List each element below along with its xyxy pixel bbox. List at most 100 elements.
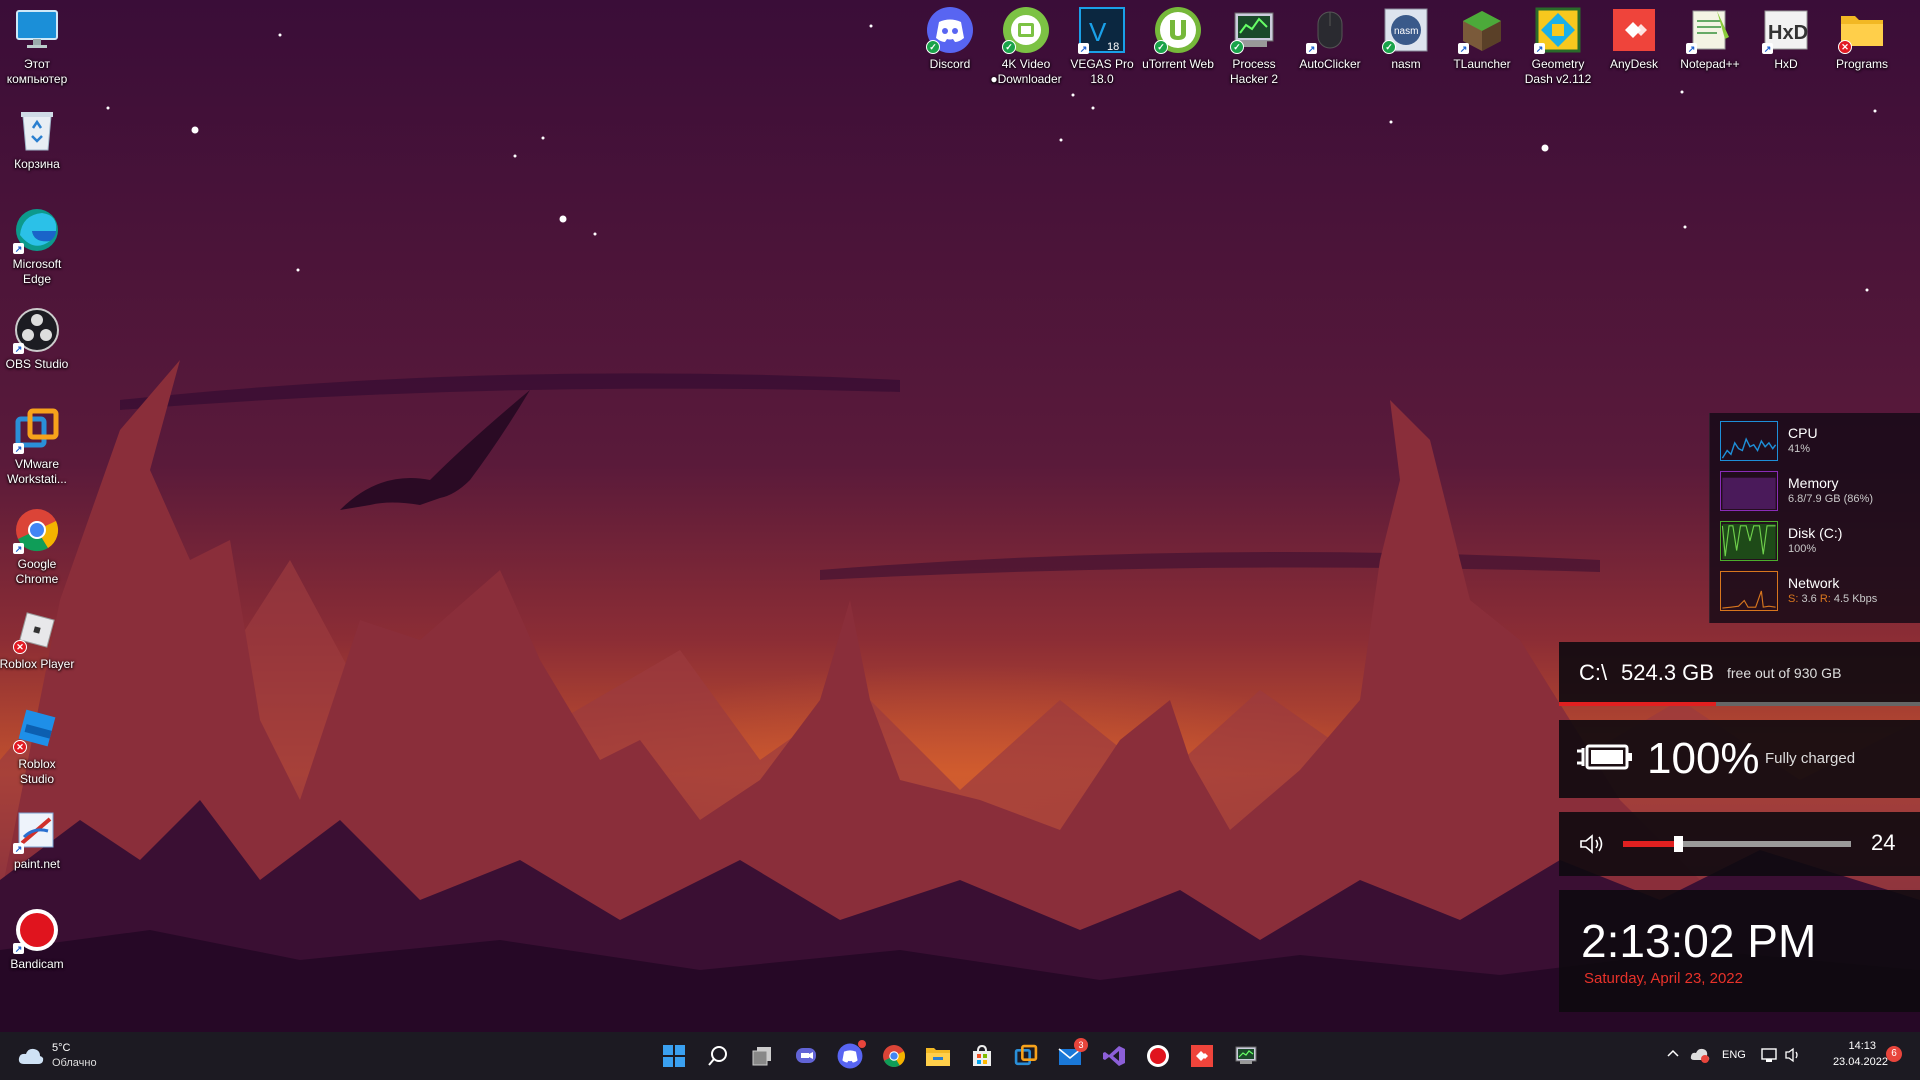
drive-label: C:\ xyxy=(1579,660,1608,685)
vmware-icon: ↗ xyxy=(13,406,61,454)
process-hacker-icon: ✓ xyxy=(1230,6,1278,54)
notepadpp-icon: ↗ xyxy=(1686,6,1734,54)
roblox-player-icon: ✕ xyxy=(13,606,61,654)
desktop-icon-tlauncher[interactable]: ↗ TLauncher xyxy=(1439,6,1525,72)
tray-overflow-button[interactable] xyxy=(1666,1046,1682,1066)
taskbar-mail[interactable]: 3 xyxy=(1054,1038,1088,1072)
desktop-icon-vegas[interactable]: V 18 ↗ VEGAS Pro 18.0 xyxy=(1059,6,1145,87)
svg-text:nasm: nasm xyxy=(1394,26,1418,37)
perf-network[interactable]: Network S: 3.6 R: 4.5 Kbps xyxy=(1720,571,1920,615)
taskbar-discord[interactable] xyxy=(834,1040,866,1072)
tray-onedrive-button[interactable] xyxy=(1690,1046,1710,1066)
network-graph xyxy=(1720,571,1778,611)
desktop-icon-roblox-studio[interactable]: ✕ Roblox Studio xyxy=(0,706,80,787)
taskbar-bandicam[interactable] xyxy=(1142,1040,1174,1072)
battery-widget[interactable]: 100% Fully charged xyxy=(1559,720,1920,798)
search-button[interactable] xyxy=(702,1040,734,1072)
desktop-icon-paintnet[interactable]: ↗ paint.net xyxy=(0,806,80,872)
shortcut-arrow-icon: ↗ xyxy=(13,443,24,454)
shortcut-arrow-icon: ↗ xyxy=(13,943,24,954)
desktop-icon-recycle-bin[interactable]: Корзина xyxy=(0,106,80,172)
weather-widget[interactable]: 5°C Облачно xyxy=(18,1040,118,1072)
perf-cpu[interactable]: CPU 41% xyxy=(1720,421,1920,465)
desktop-icon-discord[interactable]: ✓ Discord xyxy=(907,6,993,72)
desktop-icon-hxd[interactable]: HxD ↗ HxD xyxy=(1743,6,1829,72)
obs-icon: ↗ xyxy=(13,306,61,354)
disk-space-widget[interactable]: C:\ 524.3 GB free out of 930 GB xyxy=(1559,642,1920,706)
synced-check-icon: ✓ xyxy=(1230,40,1244,54)
desktop-icon-geometry-dash[interactable]: ↗ Geometry Dash v2.112 xyxy=(1515,6,1601,87)
battery-status: Fully charged xyxy=(1765,750,1856,767)
mouse-icon: ↗ xyxy=(1306,6,1354,54)
volume-slider[interactable] xyxy=(1623,836,1851,852)
tray-network-button[interactable] xyxy=(1760,1046,1780,1066)
search-icon xyxy=(708,1046,727,1066)
battery-plug-icon xyxy=(1577,744,1632,770)
tray-date: 23.04.2022 xyxy=(1832,1056,1888,1068)
desktop-icon-utorrent[interactable]: ✓ uTorrent Web xyxy=(1135,6,1221,72)
shortcut-arrow-icon: ↗ xyxy=(13,543,24,554)
taskbar-file-explorer[interactable] xyxy=(922,1040,954,1072)
desktop-icon-4k-downloader[interactable]: ✓ 4K Video ●Downloader xyxy=(983,6,1069,87)
speaker-icon[interactable] xyxy=(1579,833,1607,855)
recycle-bin-icon xyxy=(13,106,61,154)
shortcut-arrow-icon: ↗ xyxy=(1306,43,1317,54)
error-badge-icon: ✕ xyxy=(13,740,27,754)
desktop-icon-autoclicker[interactable]: ↗ AutoClicker xyxy=(1287,6,1373,72)
cloud-error-icon xyxy=(1690,1048,1710,1063)
desktop-icon-obs[interactable]: ↗ OBS Studio xyxy=(0,306,80,372)
disk-usage-bar xyxy=(1559,702,1920,706)
discord-icon: ✓ xyxy=(926,6,974,54)
teams-chat-button[interactable] xyxy=(790,1040,822,1072)
desktop-icon-chrome[interactable]: ↗ Google Chrome xyxy=(0,506,80,587)
desktop-icon-process-hacker[interactable]: ✓ Process Hacker 2 xyxy=(1211,6,1297,87)
shortcut-arrow-icon: ↗ xyxy=(13,243,24,254)
clock-widget[interactable]: 2:13:02 PM Saturday, April 23, 2022 xyxy=(1559,890,1920,1012)
edge-icon: ↗ xyxy=(13,206,61,254)
taskbar-store[interactable] xyxy=(966,1040,998,1072)
start-button[interactable] xyxy=(658,1040,690,1072)
clock-date: Saturday, April 23, 2022 xyxy=(1584,970,1743,987)
desktop-icon-programs[interactable]: ✕ Programs xyxy=(1819,6,1905,72)
volume-slider-thumb[interactable] xyxy=(1673,836,1683,852)
desktop-icon-nasm[interactable]: nasm ✓ nasm xyxy=(1363,6,1449,72)
taskbar-visual-studio[interactable] xyxy=(1098,1040,1130,1072)
perf-disk[interactable]: Disk (C:) 100% xyxy=(1720,521,1920,565)
disk-usage-fill xyxy=(1559,702,1717,706)
desktop-icon-this-pc[interactable]: Этот компьютер xyxy=(0,6,80,87)
tray-volume-button[interactable] xyxy=(1784,1046,1804,1066)
svg-text:HxD: HxD xyxy=(1768,22,1808,44)
taskbar-process-hacker[interactable] xyxy=(1230,1040,1262,1072)
desktop-icon-bandicam[interactable]: ↗ Bandicam xyxy=(0,906,80,972)
taskbar-vmware[interactable] xyxy=(1010,1040,1042,1072)
chevron-up-icon xyxy=(1667,1049,1679,1057)
perf-memory[interactable]: Memory 6.8/7.9 GB (86%) xyxy=(1720,471,1920,515)
wallpaper xyxy=(0,0,1920,1032)
taskbar-chrome[interactable] xyxy=(878,1040,910,1072)
chrome-icon: ↗ xyxy=(13,506,61,554)
memory-graph xyxy=(1720,471,1778,511)
desktop-icon-notepadpp[interactable]: ↗ Notepad++ xyxy=(1667,6,1753,72)
discord-notification-dot xyxy=(858,1040,866,1048)
chrome-icon xyxy=(883,1045,905,1068)
desktop-icon-roblox-player[interactable]: ✕ Roblox Player xyxy=(0,606,80,672)
desktop-icon-edge[interactable]: ↗ Microsoft Edge xyxy=(0,206,80,287)
performance-monitor-widget[interactable]: CPU 41% Memory 6.8/7.9 GB (86%) Disk (C:… xyxy=(1709,413,1920,623)
task-view-icon xyxy=(752,1047,771,1066)
task-view-button[interactable] xyxy=(746,1040,778,1072)
file-explorer-icon xyxy=(926,1048,950,1066)
visual-studio-icon xyxy=(1103,1046,1125,1066)
geometry-dash-icon: ↗ xyxy=(1534,6,1582,54)
cloudy-icon xyxy=(18,1048,44,1064)
cpu-graph xyxy=(1720,421,1778,461)
synced-check-icon: ✓ xyxy=(1154,40,1168,54)
desktop-icon-vmware[interactable]: ↗ VMware Workstati... xyxy=(0,406,80,487)
synced-check-icon: ✓ xyxy=(926,40,940,54)
vmware-icon xyxy=(1014,1044,1038,1066)
language-indicator[interactable]: ENG xyxy=(1722,1049,1746,1061)
notification-center-button[interactable]: 6 xyxy=(1886,1046,1904,1064)
taskbar-anydesk[interactable] xyxy=(1186,1040,1218,1072)
desktop-icon-anydesk[interactable]: AnyDesk xyxy=(1591,6,1677,72)
volume-widget[interactable]: 24 xyxy=(1559,812,1920,876)
tray-clock[interactable]: 14:13 23.04.2022 xyxy=(1808,1038,1888,1074)
